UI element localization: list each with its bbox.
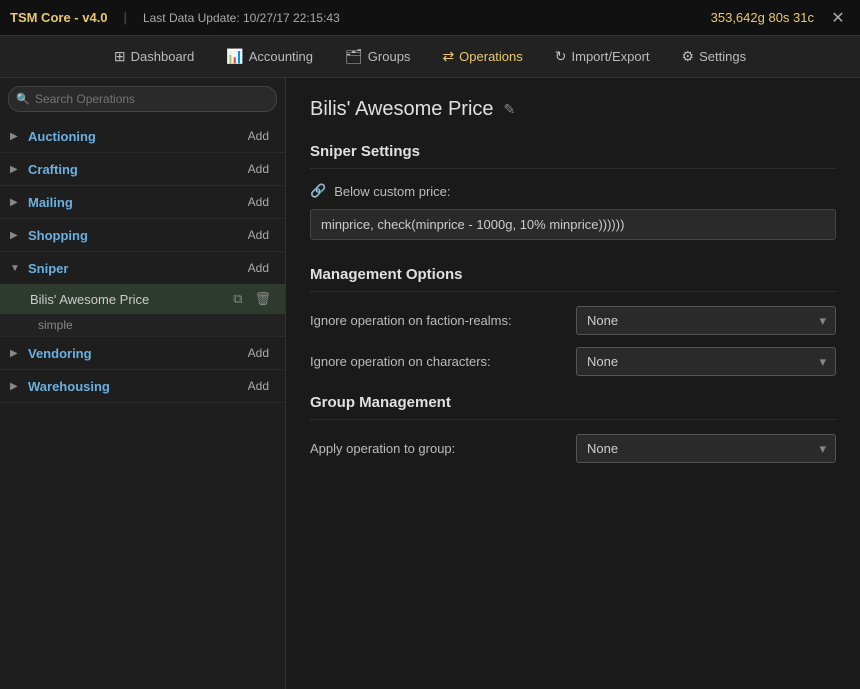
title-bar: TSM Core - v4.0 | Last Data Update: 10/2… (0, 0, 860, 36)
apply-to-group-row: Apply operation to group: None (310, 434, 836, 463)
add-sniper-button[interactable]: Add (242, 259, 275, 277)
sidebar: ▶ Auctioning Add ▶ Crafting Add ▶ Mail (0, 78, 286, 689)
search-bar (0, 78, 285, 120)
main-layout: ▶ Auctioning Add ▶ Crafting Add ▶ Mail (0, 78, 860, 689)
chevron-mailing: ▶ (10, 197, 22, 208)
add-shopping-button[interactable]: Add (242, 226, 275, 244)
section-shopping-label: Shopping (28, 228, 88, 243)
operations-icon: ⇄ (442, 48, 454, 65)
section-auctioning: ▶ Auctioning Add (0, 120, 285, 153)
search-wrapper (8, 86, 277, 112)
chevron-sniper: ▼ (10, 263, 22, 274)
content-area: Bilis' Awesome Price ✎ Sniper Settings 🔗… (286, 78, 860, 689)
ignore-faction-realms-dropdown-wrapper: None (576, 306, 836, 335)
sniper-sub-item: simple (0, 314, 285, 336)
apply-to-group-label: Apply operation to group: (310, 441, 576, 456)
chevron-crafting: ▶ (10, 164, 22, 175)
apply-to-group-dropdown[interactable]: None (576, 434, 836, 463)
section-shopping-header[interactable]: ▶ Shopping Add (0, 219, 285, 251)
sniper-item-actions: ⧉ 🗑 (229, 289, 275, 309)
settings-icon: ⚙ (682, 48, 695, 65)
chevron-warehousing: ▶ (10, 381, 22, 392)
nav-operations[interactable]: ⇄ Operations (428, 42, 536, 71)
chevron-shopping: ▶ (10, 230, 22, 241)
ignore-faction-realms-row: Ignore operation on faction-realms: None (310, 306, 836, 335)
gold-display: 353,642g 80s 31c (711, 10, 814, 25)
title-bar-left: TSM Core - v4.0 | Last Data Update: 10/2… (10, 10, 340, 25)
section-mailing-label: Mailing (28, 195, 73, 210)
search-input[interactable] (8, 86, 277, 112)
nav-groups[interactable]: 🗂 Groups (331, 42, 424, 71)
sniper-settings-title: Sniper Settings (310, 143, 836, 169)
section-vendoring: ▶ Vendoring Add (0, 337, 285, 370)
section-sniper: ▼ Sniper Add Bilis' Awesome Price ⧉ 🗑 si… (0, 252, 285, 337)
nav-bar: ⊞ Dashboard 📊 Accounting 🗂 Groups ⇄ Oper… (0, 36, 860, 78)
section-crafting-label: Crafting (28, 162, 78, 177)
nav-accounting[interactable]: 📊 Accounting (212, 42, 327, 71)
section-sniper-label: Sniper (28, 261, 68, 276)
ignore-faction-realms-label: Ignore operation on faction-realms: (310, 313, 576, 328)
title-separator: | (124, 10, 127, 25)
section-vendoring-header[interactable]: ▶ Vendoring Add (0, 337, 285, 369)
nav-import-export[interactable]: ↻ Import/Export (541, 42, 664, 71)
price-formula-input[interactable] (310, 209, 836, 240)
below-custom-price-label: Below custom price: (334, 184, 450, 199)
ignore-characters-dropdown[interactable]: None (576, 347, 836, 376)
chevron-auctioning: ▶ (10, 131, 22, 142)
section-shopping: ▶ Shopping Add (0, 219, 285, 252)
ignore-characters-label: Ignore operation on characters: (310, 354, 576, 369)
add-mailing-button[interactable]: Add (242, 193, 275, 211)
add-auctioning-button[interactable]: Add (242, 127, 275, 145)
dashboard-icon: ⊞ (114, 48, 126, 65)
section-mailing-left: ▶ Mailing (10, 195, 73, 210)
section-warehousing-left: ▶ Warehousing (10, 379, 110, 394)
operation-title: Bilis' Awesome Price (310, 98, 494, 121)
section-vendoring-label: Vendoring (28, 346, 92, 361)
apply-to-group-dropdown-wrapper: None (576, 434, 836, 463)
section-warehousing-header[interactable]: ▶ Warehousing Add (0, 370, 285, 402)
management-options-title: Management Options (310, 266, 836, 292)
ignore-characters-row: Ignore operation on characters: None (310, 347, 836, 376)
delete-operation-button[interactable]: 🗑 (250, 289, 275, 309)
content-title: Bilis' Awesome Price ✎ (310, 98, 836, 121)
section-warehousing: ▶ Warehousing Add (0, 370, 285, 403)
section-crafting: ▶ Crafting Add (0, 153, 285, 186)
add-warehousing-button[interactable]: Add (242, 377, 275, 395)
groups-icon: 🗂 (345, 48, 363, 65)
section-vendoring-left: ▶ Vendoring (10, 346, 92, 361)
below-custom-price-row: 🔗 Below custom price: (310, 183, 836, 199)
section-auctioning-left: ▶ Auctioning (10, 129, 96, 144)
section-mailing: ▶ Mailing Add (0, 186, 285, 219)
last-update: Last Data Update: 10/27/17 22:15:43 (143, 11, 340, 25)
section-crafting-header[interactable]: ▶ Crafting Add (0, 153, 285, 185)
section-warehousing-label: Warehousing (28, 379, 110, 394)
accounting-icon: 📊 (226, 48, 243, 65)
group-management-title: Group Management (310, 394, 836, 420)
nav-dashboard[interactable]: ⊞ Dashboard (100, 42, 208, 71)
sniper-item-bilis[interactable]: Bilis' Awesome Price ⧉ 🗑 (0, 284, 285, 314)
section-auctioning-label: Auctioning (28, 129, 96, 144)
chevron-vendoring: ▶ (10, 348, 22, 359)
section-crafting-left: ▶ Crafting (10, 162, 78, 177)
section-mailing-header[interactable]: ▶ Mailing Add (0, 186, 285, 218)
edit-title-icon[interactable]: ✎ (504, 101, 516, 118)
ignore-characters-dropdown-wrapper: None (576, 347, 836, 376)
nav-settings[interactable]: ⚙ Settings (668, 42, 761, 71)
close-button[interactable]: ✕ (826, 6, 850, 30)
link-icon: 🔗 (310, 183, 326, 199)
section-shopping-left: ▶ Shopping (10, 228, 88, 243)
section-sniper-left: ▼ Sniper (10, 261, 68, 276)
section-auctioning-header[interactable]: ▶ Auctioning Add (0, 120, 285, 152)
add-crafting-button[interactable]: Add (242, 160, 275, 178)
import-export-icon: ↻ (555, 48, 567, 65)
ignore-faction-realms-dropdown[interactable]: None (576, 306, 836, 335)
add-vendoring-button[interactable]: Add (242, 344, 275, 362)
section-sniper-header[interactable]: ▼ Sniper Add (0, 252, 285, 284)
copy-operation-button[interactable]: ⧉ (229, 289, 246, 309)
sniper-item-label: Bilis' Awesome Price (30, 292, 149, 307)
app-title: TSM Core - v4.0 (10, 10, 108, 25)
